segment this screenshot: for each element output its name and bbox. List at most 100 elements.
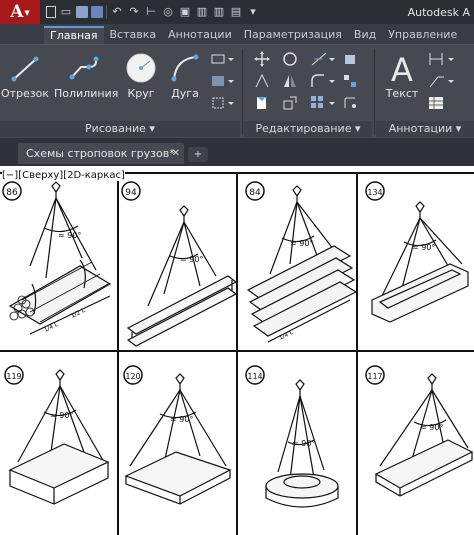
text-tool-label: Текст [385, 87, 419, 100]
drawing-area[interactable]: 86 ≈ 90° 1/4 L 1/2 L 94 ≈ 90° 84 ≈ 90° 1… [0, 166, 474, 535]
sling-diagram-86: 86 ≈ 90° 1/4 L 1/2 L [2, 181, 112, 335]
plus-icon: + [193, 149, 203, 160]
dimension-dropdown-icon[interactable] [428, 51, 456, 67]
modify-panel-title[interactable]: Редактирование ▾ [244, 121, 372, 137]
autocad-window: A ▼ ▭ ↶ ↷ ⊢ ◎ ▣ ▥ ▥ ▤ ▾ Autodesk A Главна… [0, 0, 474, 535]
arc-tool-label: Дуга [171, 87, 199, 100]
cell-number: 114 [247, 372, 262, 381]
svg-text:1/4 L: 1/4 L [278, 329, 295, 342]
cell-number: 84 [249, 188, 261, 198]
customize-dropdown-icon[interactable]: ▾ [246, 5, 260, 19]
polyline-tool-label: Полилиния [54, 87, 119, 100]
mirror-icon[interactable] [282, 73, 298, 89]
layout-icon[interactable]: ▥ [195, 5, 209, 19]
trim-icon[interactable] [310, 51, 336, 67]
arc-icon [171, 54, 199, 82]
sling-diagram-134: 134 ≈ 90° [365, 181, 469, 323]
explode-icon[interactable] [342, 73, 358, 89]
erase-icon[interactable] [342, 51, 358, 67]
annotation-panel-title[interactable]: Аннотации ▾ [376, 121, 474, 137]
title-bar: A ▼ ▭ ↶ ↷ ⊢ ◎ ▣ ▥ ▥ ▤ ▾ Autodesk A [0, 0, 474, 24]
ribbon: Отрезок Полилиния Круг Дуга Рисование ▾ [0, 44, 474, 138]
leader-dropdown-icon[interactable] [428, 73, 456, 89]
sling-diagram-84: 84 ≈ 90° 1/4 L [245, 181, 358, 343]
circle-tool-label: Круг [127, 87, 155, 100]
arc-tool-button[interactable]: Дуга [158, 51, 212, 100]
angle-label: ≈ 90° [292, 439, 315, 448]
sling-diagram-119: 119 ≈ 90° [4, 365, 110, 505]
offset-icon[interactable] [342, 95, 358, 111]
sling-diagram-117: 117 ≈ 90° [365, 365, 474, 497]
new-tab-button[interactable]: + [188, 147, 208, 162]
file-tab[interactable]: Схемы строповок грузов* ✕ [18, 143, 184, 164]
angle-label: ≈ 90° [170, 415, 193, 424]
draw-panel-title[interactable]: Рисование ▾ [0, 121, 240, 137]
circle-icon [126, 53, 156, 83]
line-icon [11, 56, 39, 82]
close-icon[interactable]: ✕ [172, 143, 180, 164]
file-tab-bar: Схемы строповок грузов* ✕ + [0, 138, 474, 166]
cell-number: 120 [125, 372, 140, 381]
tab-insert[interactable]: Вставка [104, 26, 163, 44]
line-tool-label: Отрезок [0, 87, 50, 100]
save-as-icon[interactable] [91, 6, 103, 18]
angle-label: ≈ 90° [412, 243, 435, 252]
text-icon: A [391, 51, 413, 85]
tab-parametric[interactable]: Параметризация [238, 26, 348, 44]
view-icon[interactable]: ▣ [178, 5, 192, 19]
sling-diagram-94: 94 ≈ 90° [121, 181, 238, 347]
tab-annotate[interactable]: Аннотации [162, 26, 238, 44]
viewports-icon[interactable]: ▥ [212, 5, 226, 19]
sling-diagram-114: 114 ≈ 90° [245, 365, 339, 508]
copy-icon[interactable] [254, 73, 270, 89]
angle-label: ≈ 90° [50, 411, 73, 420]
match-properties-icon[interactable]: ⊢ [144, 5, 158, 19]
open-folder-icon[interactable]: ▭ [59, 5, 73, 19]
cell-number: 94 [125, 188, 137, 198]
angle-label: ≈ 90° [290, 239, 313, 248]
window-title: Autodesk A [407, 5, 470, 19]
panel-divider [242, 49, 243, 135]
save-icon[interactable] [76, 6, 88, 18]
stretch-icon[interactable] [254, 95, 270, 111]
draw-panel: Отрезок Полилиния Круг Дуга Рисование ▾ [0, 45, 240, 139]
angle-label: ≈ 90° [180, 255, 203, 264]
move-icon[interactable] [254, 51, 270, 67]
ribbon-tabs: Главная Вставка Аннотации Параметризация… [0, 24, 474, 44]
redo-icon[interactable]: ↷ [127, 5, 141, 19]
application-menu-button[interactable]: A ▼ [0, 0, 40, 24]
cell-number: 119 [6, 372, 21, 381]
cell-number: 134 [367, 188, 382, 197]
quick-access-toolbar: ▭ ↶ ↷ ⊢ ◎ ▣ ▥ ▥ ▤ ▾ [46, 5, 260, 19]
autocad-logo-icon: A [10, 2, 24, 22]
tab-home[interactable]: Главная [44, 26, 104, 44]
cell-number: 117 [367, 372, 382, 381]
undo-icon[interactable]: ↶ [110, 5, 124, 19]
window-icon[interactable]: ▤ [229, 5, 243, 19]
scale-icon[interactable] [282, 95, 298, 111]
new-file-icon[interactable] [46, 6, 56, 18]
sling-diagram-120: 120 ≈ 90° [123, 365, 232, 505]
angle-label: ≈ 90° [58, 231, 81, 240]
polyline-icon [69, 56, 99, 80]
file-tab-label: Схемы строповок грузов* [26, 147, 175, 160]
text-tool-button[interactable]: A Текст [376, 51, 428, 100]
chevron-down-icon: ▼ [24, 7, 30, 17]
tab-manage[interactable]: Управление [382, 26, 463, 44]
toolbar-separator [106, 5, 107, 19]
fillet-icon[interactable] [310, 73, 336, 89]
rectangle-dropdown-icon[interactable] [210, 51, 234, 67]
viewport-controls-label[interactable]: [−][Сверху][2D-каркас] [2, 170, 125, 181]
cell-number: 86 [6, 188, 18, 198]
svg-text:A: A [391, 51, 413, 85]
hatch-dropdown-icon[interactable] [210, 73, 234, 89]
zoom-icon[interactable]: ◎ [161, 5, 175, 19]
boundary-dropdown-icon[interactable] [210, 95, 234, 111]
polyline-tool-button[interactable]: Полилиния [54, 51, 118, 100]
rotate-icon[interactable] [282, 51, 298, 67]
table-icon[interactable] [428, 95, 444, 111]
panel-divider [374, 49, 375, 135]
tab-view[interactable]: Вид [348, 26, 382, 44]
array-icon[interactable] [310, 95, 336, 111]
line-tool-button[interactable]: Отрезок [0, 51, 52, 100]
